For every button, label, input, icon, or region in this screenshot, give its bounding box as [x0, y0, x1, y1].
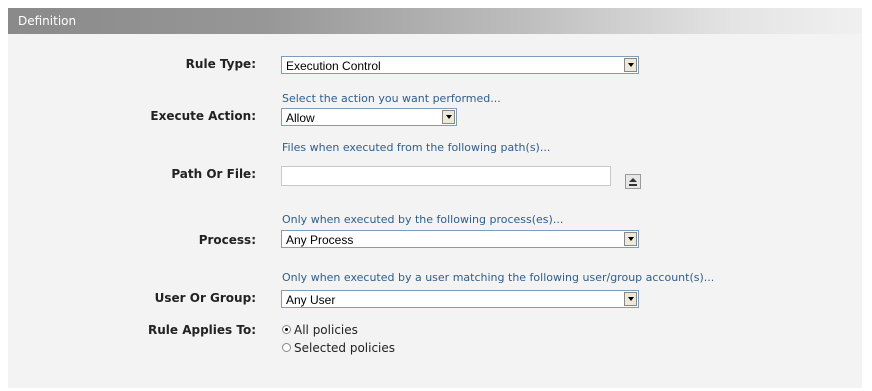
rule-type-value: Execution Control [286, 59, 381, 73]
user-or-group-label: User Or Group: [154, 291, 256, 305]
user-or-group-value: Any User [286, 293, 336, 307]
execute-action-value: Allow [286, 111, 315, 125]
user-or-group-hint: Only when executed by a user matching th… [282, 271, 715, 284]
chevron-down-icon[interactable] [442, 110, 455, 124]
path-or-file-hint: Files when executed from the following p… [282, 141, 551, 154]
path-or-file-input[interactable] [281, 166, 611, 186]
rule-type-label: Rule Type: [185, 57, 256, 71]
execute-action-select[interactable]: Allow [281, 108, 457, 126]
path-or-file-label: Path Or File: [171, 167, 256, 181]
all-policies-label: All policies [294, 323, 358, 337]
process-hint: Only when executed by the following proc… [282, 213, 564, 226]
section-title: Definition [18, 14, 77, 28]
process-value: Any Process [286, 233, 354, 247]
chevron-down-icon[interactable] [624, 58, 637, 72]
rule-type-select[interactable]: Execution Control [281, 56, 639, 74]
radio-unchecked-icon[interactable] [282, 343, 291, 352]
execute-action-hint: Select the action you want performed... [282, 92, 501, 105]
rule-applies-to-label: Rule Applies To: [148, 323, 256, 337]
selected-policies-label: Selected policies [294, 341, 396, 355]
upload-icon[interactable] [625, 174, 641, 189]
section-header: Definition [8, 8, 862, 34]
execute-action-label: Execute Action: [150, 109, 256, 123]
radio-checked-icon[interactable] [282, 325, 291, 334]
user-or-group-select[interactable]: Any User [281, 290, 639, 308]
chevron-down-icon[interactable] [624, 292, 637, 306]
process-label: Process: [198, 233, 256, 247]
definition-panel: Definition Rule Type: Execution Control … [8, 8, 862, 388]
chevron-down-icon[interactable] [624, 232, 637, 246]
process-select[interactable]: Any Process [281, 230, 639, 248]
